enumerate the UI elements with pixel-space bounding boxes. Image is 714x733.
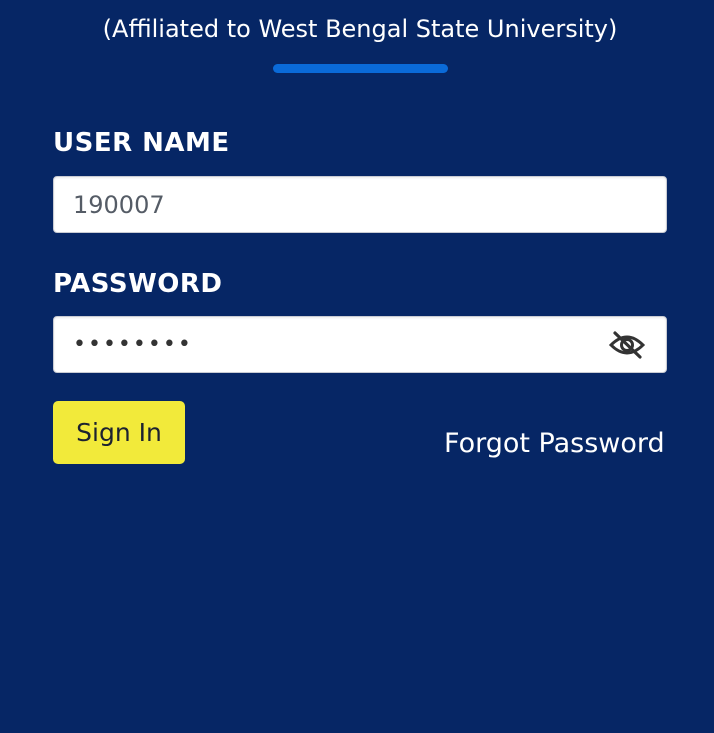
forgot-password-link[interactable]: Forgot Password [444,426,704,462]
header-accent-bar [273,64,448,73]
password-label: PASSWORD [53,269,223,299]
password-input[interactable] [54,317,666,372]
username-input[interactable] [54,177,666,232]
sign-in-button[interactable]: Sign In [53,401,185,464]
affiliation-text: (Affiliated to West Bengal State Univers… [102,15,618,43]
login-screen: (Affiliated to West Bengal State Univers… [0,0,714,733]
password-field-container [53,316,667,373]
username-field-container [53,176,667,233]
eye-off-icon[interactable] [608,330,646,360]
username-label: USER NAME [53,128,230,158]
